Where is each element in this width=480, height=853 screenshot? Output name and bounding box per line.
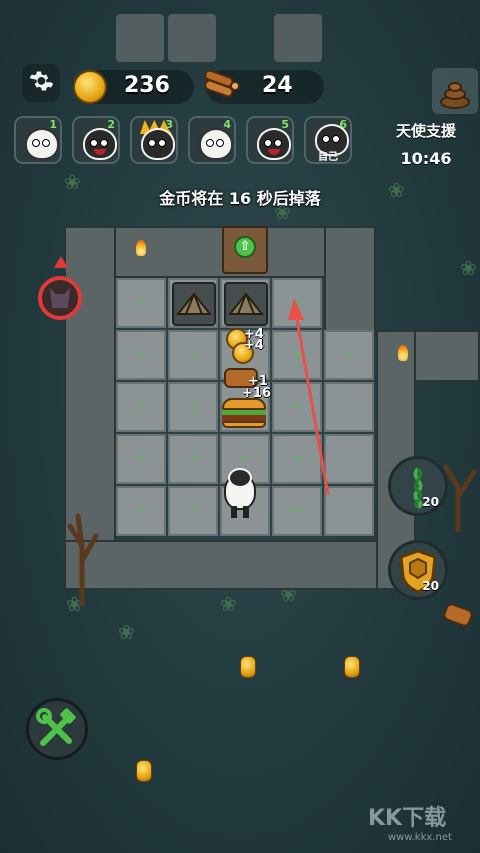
dead-tree-icon <box>67 513 99 606</box>
plus-marker-icon: + <box>293 503 304 517</box>
plus-marker-icon: + <box>137 503 148 517</box>
floor-tile[interactable]: + <box>116 382 166 432</box>
floor-tile[interactable]: + <box>168 382 218 432</box>
gear-icon <box>29 71 54 91</box>
floor-tile[interactable]: + <box>168 434 218 484</box>
team-slot-3[interactable]: 3 <box>130 116 178 164</box>
stone-block <box>168 14 216 62</box>
angel-support-timer: 10:46 <box>400 149 452 168</box>
floor-tile[interactable]: + <box>168 330 218 380</box>
plus-marker-icon: + <box>345 347 356 361</box>
plus-marker-icon: + <box>189 503 200 517</box>
plus-marker-icon: + <box>137 399 148 413</box>
torch-icon <box>398 345 408 361</box>
poop-icon <box>440 82 470 109</box>
stone-block <box>274 14 322 62</box>
logs-icon <box>202 69 242 102</box>
fan-trap-1[interactable] <box>172 282 216 326</box>
team-slot-1[interactable]: 1 <box>14 116 62 164</box>
sheep-white-icon <box>25 128 59 160</box>
dropped-coin[interactable] <box>136 760 152 782</box>
arrow-up-icon: ⇧ <box>234 236 256 258</box>
dropped-coin[interactable] <box>240 656 256 678</box>
floor-tile[interactable]: + <box>116 330 166 380</box>
floor-tile[interactable]: + <box>116 486 166 536</box>
upgrade-gate[interactable]: ⇧ <box>222 226 268 274</box>
floor-tile[interactable]: + <box>116 278 166 328</box>
sheep-dark-icon <box>257 128 291 160</box>
plus-marker-icon: + <box>189 451 200 465</box>
coin-icon <box>73 70 107 104</box>
plus-marker-icon: + <box>189 347 200 361</box>
team-slot-5[interactable]: 5 <box>246 116 294 164</box>
floor-tile[interactable]: + <box>116 434 166 484</box>
leaf-decoration: ❀ <box>118 620 135 644</box>
plus-marker-icon: + <box>189 399 200 413</box>
reward-float: +4 <box>244 338 264 353</box>
leaf-decoration: ❀ <box>274 200 291 224</box>
poop-item-slot[interactable] <box>432 68 478 114</box>
hint-arrow <box>288 298 330 496</box>
reward-float: +16 <box>242 386 271 401</box>
watermark-logo: KK下载 www.kkx.net <box>368 806 452 843</box>
leaf-decoration: ❀ <box>388 178 405 202</box>
leaf-decoration: ❀ <box>220 592 237 616</box>
player-sheep[interactable] <box>222 468 258 520</box>
team-slot-2[interactable]: 2 <box>72 116 120 164</box>
sheep-white-icon <box>199 128 233 160</box>
wolf-icon <box>50 288 70 308</box>
dropped-coin[interactable] <box>344 656 360 678</box>
torch-icon <box>136 240 146 256</box>
wood-count: 24 <box>262 73 293 98</box>
monster-warning[interactable] <box>38 276 82 320</box>
coin-count: 236 <box>124 73 170 98</box>
sheep-dark-icon <box>83 128 117 160</box>
sheep-spiky-icon <box>141 128 175 160</box>
angel-support-label: 天使支援 <box>395 122 456 140</box>
leaf-decoration: ❀ <box>460 256 477 280</box>
plus-marker-icon: + <box>241 451 252 465</box>
plus-marker-icon: + <box>137 347 148 361</box>
stone-block <box>116 14 164 62</box>
logs-pile-icon <box>441 601 475 629</box>
direction-arrow-icon <box>54 256 68 268</box>
fan-trap-2[interactable] <box>224 282 268 326</box>
plus-marker-icon: + <box>137 451 148 465</box>
hammer-wrench-icon <box>36 708 76 746</box>
angel-support[interactable]: 天使支援 10:46 <box>386 120 466 168</box>
leaf-decoration: ❀ <box>64 170 81 194</box>
thorn-vine-button[interactable]: 20 <box>388 456 448 516</box>
dungeon-wall-left <box>64 226 116 546</box>
dungeon-wall-bottom <box>64 540 404 590</box>
settings-button[interactable] <box>22 64 60 102</box>
build-button[interactable] <box>26 698 88 760</box>
floor-tile[interactable]: + <box>168 486 218 536</box>
team-slot-6[interactable]: 6 自己 <box>304 116 352 164</box>
plus-marker-icon: + <box>137 295 148 309</box>
fan-blade-icon <box>175 292 213 315</box>
team-slot-4[interactable]: 4 <box>188 116 236 164</box>
shield-button[interactable]: 20 <box>388 540 448 600</box>
burger-icon <box>222 398 266 428</box>
fan-blade-icon <box>227 292 265 315</box>
